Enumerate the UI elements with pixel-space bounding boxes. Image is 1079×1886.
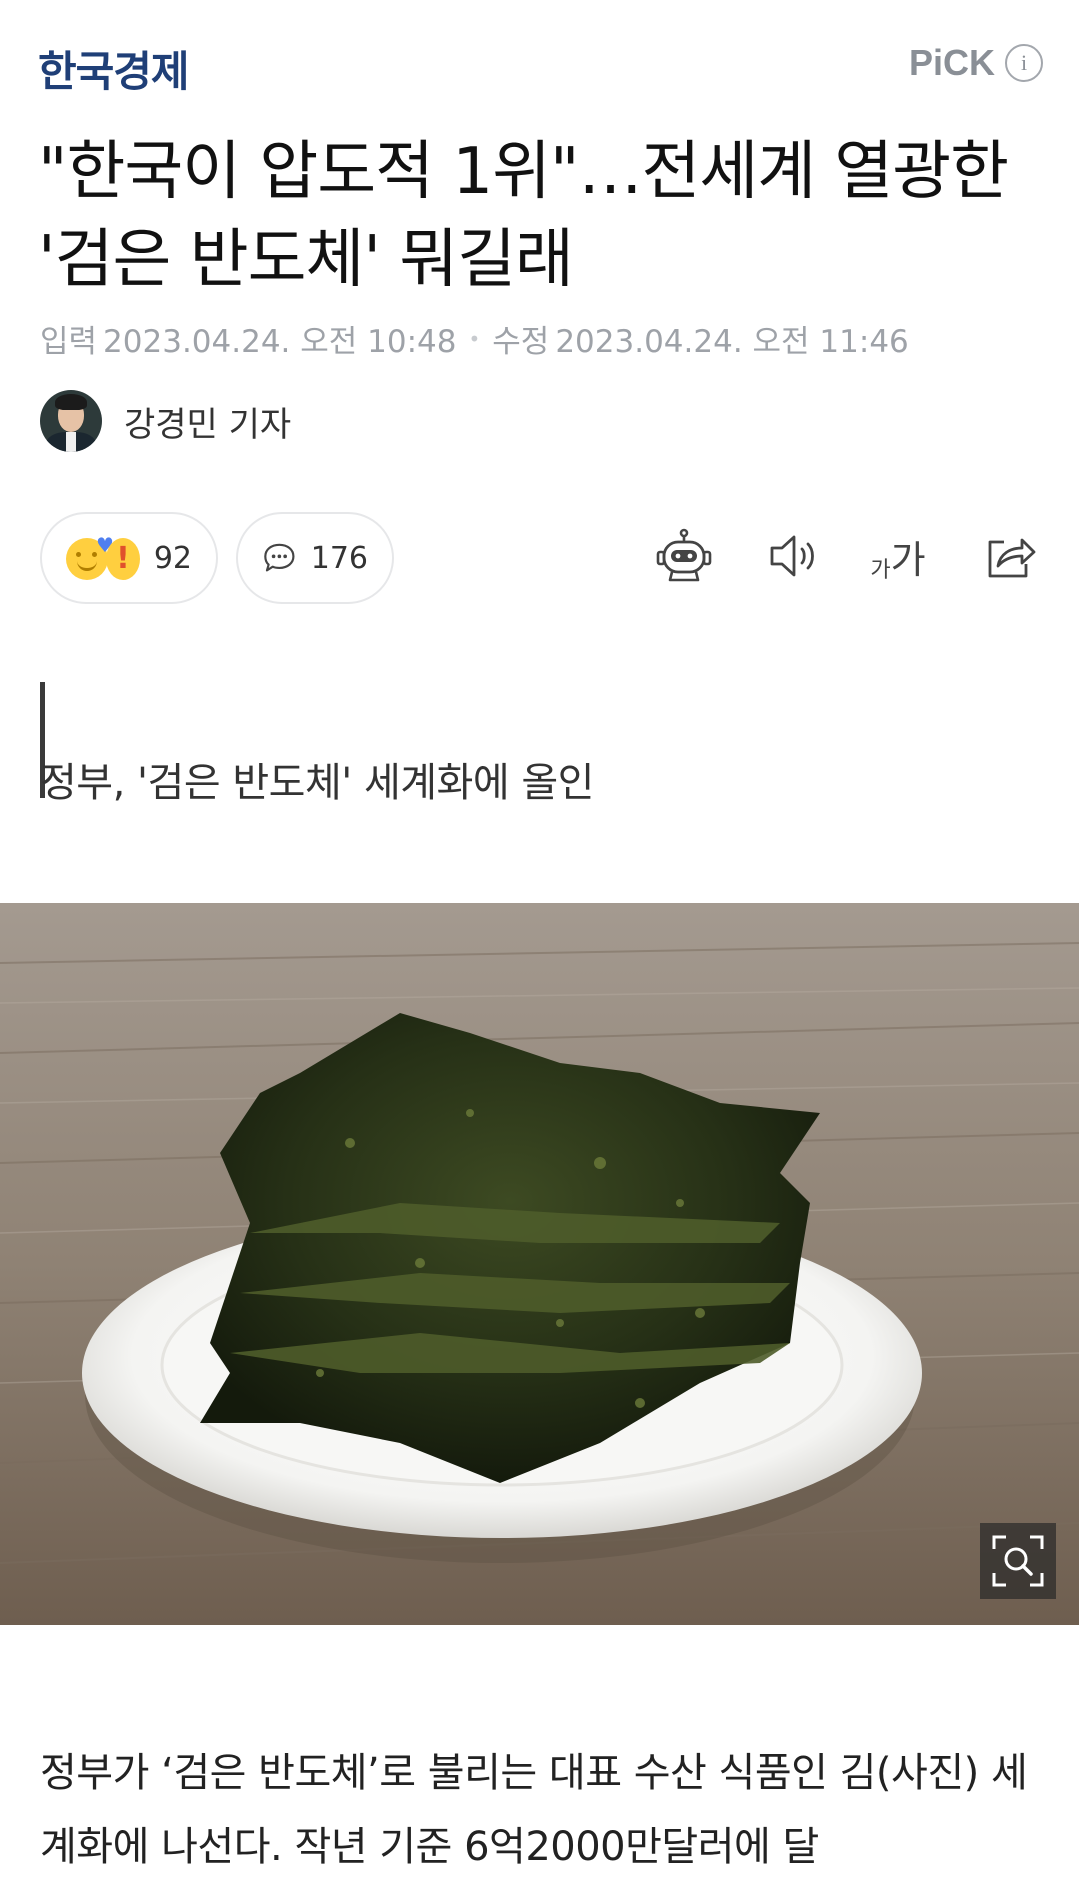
- share-button[interactable]: [978, 524, 1042, 588]
- article-subtitle: 정부, '검은 반도체' 세계화에 올인: [40, 760, 594, 806]
- edit-time: 2023.04.24. 오전 11:46: [555, 324, 909, 360]
- pick-label: PiCK: [908, 42, 995, 83]
- article-header: 한국경제 PiCK i: [0, 0, 1079, 120]
- speaker-icon: [770, 535, 814, 577]
- info-icon[interactable]: i: [1005, 44, 1043, 82]
- article-body: 정부가 ‘검은 반도체’로 불리는 대표 수산 식품인 김(사진) 세계화에 나…: [40, 1750, 1028, 1870]
- font-small-glyph: 가: [870, 557, 891, 583]
- comment-icon: [264, 543, 295, 572]
- comment-count: 176: [310, 540, 368, 576]
- article-toolbar: 가 가: [652, 524, 1044, 588]
- separator-dot: •: [468, 326, 481, 351]
- font-size-button[interactable]: 가 가: [866, 524, 930, 588]
- input-time: 2023.04.24. 오전 10:48: [103, 324, 457, 360]
- author-row[interactable]: 강경민 기자: [40, 390, 291, 452]
- reaction-count: 92: [153, 540, 192, 576]
- reaction-emoji-icon: ♥ !: [66, 533, 140, 583]
- article-dates: 입력 2023.04.24. 오전 10:48 • 수정 2023.04.24.…: [40, 316, 909, 361]
- input-label: 입력: [40, 324, 98, 360]
- seaweed-photo: [0, 903, 1079, 1625]
- article-title: "한국이 압도적 1위"…전세계 열광한 '검은 반도체' 뭐길래: [38, 135, 1009, 297]
- robot-summary-icon: [656, 528, 712, 582]
- font-size-icon: 가 가: [870, 529, 925, 584]
- summary-bot-button[interactable]: [652, 524, 716, 588]
- photo-zoom-button[interactable]: [980, 1523, 1056, 1599]
- reaction-button[interactable]: ♥ ! 92: [40, 512, 218, 604]
- font-big-glyph: 가: [890, 537, 926, 582]
- reaction-bar: ♥ ! 92 176: [40, 512, 394, 604]
- text-to-speech-button[interactable]: [762, 524, 826, 588]
- edit-label: 수정: [492, 324, 550, 360]
- pick-badge[interactable]: PiCK i: [909, 42, 1043, 84]
- share-icon: [988, 538, 1036, 578]
- author-name[interactable]: 강경민 기자: [124, 397, 291, 446]
- press-logo[interactable]: 한국경제: [38, 38, 190, 99]
- article-photo[interactable]: [0, 903, 1079, 1625]
- author-avatar[interactable]: [40, 390, 102, 452]
- comment-button[interactable]: 176: [236, 512, 394, 604]
- zoom-icon: [992, 1535, 1044, 1587]
